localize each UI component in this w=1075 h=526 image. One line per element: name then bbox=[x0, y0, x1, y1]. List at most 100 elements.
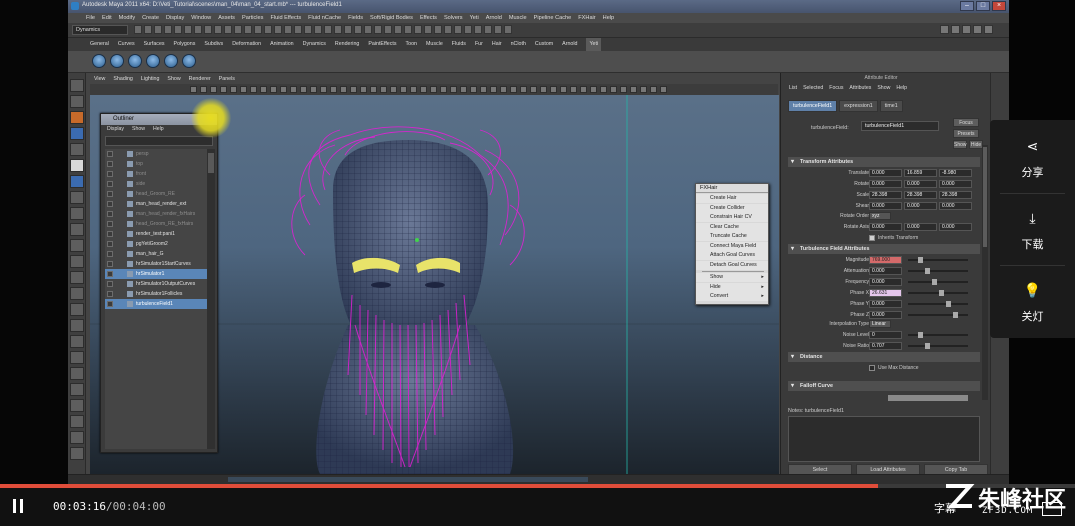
viewport-tool-icon[interactable] bbox=[610, 86, 617, 93]
viewport-menu-lighting[interactable]: Lighting bbox=[141, 75, 160, 84]
use-max-distance-checkbox[interactable] bbox=[869, 365, 875, 371]
attr-field[interactable]: 28.398 bbox=[869, 191, 902, 199]
visibility-checkbox[interactable] bbox=[107, 261, 113, 267]
viewport-tool-icon[interactable] bbox=[550, 86, 557, 93]
visibility-checkbox[interactable] bbox=[107, 291, 113, 297]
status-tool-icon[interactable] bbox=[474, 25, 482, 34]
shelf-tab-toon[interactable]: Toon bbox=[406, 38, 418, 51]
status-tool-icon[interactable] bbox=[254, 25, 262, 34]
viewport-tool-icon[interactable] bbox=[530, 86, 537, 93]
viewport-tool-icon[interactable] bbox=[500, 86, 507, 93]
panel-toggle-icon[interactable] bbox=[962, 25, 971, 34]
shelf-tab-painteffects[interactable]: PaintEffects bbox=[368, 38, 396, 51]
status-tool-icon[interactable] bbox=[394, 25, 402, 34]
viewport-menu-show[interactable]: Show bbox=[167, 75, 180, 84]
shelf-tab-custom[interactable]: Custom bbox=[535, 38, 553, 51]
outliner-scroll-thumb[interactable] bbox=[208, 153, 214, 173]
field-manipulator[interactable] bbox=[415, 238, 419, 242]
outliner-item[interactable]: side bbox=[105, 179, 207, 189]
attr-field[interactable]: 0.000 bbox=[904, 180, 937, 188]
viewport-tool-icon[interactable] bbox=[650, 86, 657, 93]
pause-button[interactable] bbox=[13, 499, 25, 513]
shelf-tab-curves[interactable]: Curves bbox=[118, 38, 135, 51]
panel-toggle-icon[interactable] bbox=[940, 25, 949, 34]
ae-tab-time1[interactable]: time1 bbox=[879, 100, 903, 112]
tool-icon[interactable] bbox=[70, 415, 84, 428]
viewport-tool-icon[interactable] bbox=[360, 86, 367, 93]
status-tool-icon[interactable] bbox=[184, 25, 192, 34]
status-tool-icon[interactable] bbox=[174, 25, 182, 34]
tool-icon[interactable] bbox=[70, 207, 84, 220]
ae-menu-focus[interactable]: Focus bbox=[829, 85, 843, 91]
menu-item-13[interactable]: Solvers bbox=[444, 13, 463, 23]
attr-field[interactable]: 28.398 bbox=[904, 191, 937, 199]
menu-item-11[interactable]: Soft/Rigid Bodies bbox=[370, 13, 413, 23]
viewport-tool-icon[interactable] bbox=[220, 86, 227, 93]
attr-slider-knob[interactable] bbox=[918, 332, 923, 338]
viewport-tool-icon[interactable] bbox=[420, 86, 427, 93]
menu-item-8[interactable]: Fluid Effects bbox=[270, 13, 301, 23]
attr-field[interactable]: 0.000 bbox=[869, 180, 902, 188]
shelf-tool-icon[interactable] bbox=[146, 54, 160, 68]
viewport-tool-icon[interactable] bbox=[340, 86, 347, 93]
tool-icon[interactable] bbox=[70, 175, 84, 188]
status-tool-icon[interactable] bbox=[234, 25, 242, 34]
outliner-menu-help[interactable]: Help bbox=[153, 125, 164, 134]
status-tool-icon[interactable] bbox=[464, 25, 472, 34]
outliner-menu-display[interactable]: Display bbox=[107, 125, 124, 134]
ae-node-name-field[interactable]: turbulenceField1 bbox=[861, 121, 939, 131]
viewport-tool-icon[interactable] bbox=[570, 86, 577, 93]
status-tool-icon[interactable] bbox=[484, 25, 492, 34]
status-tool-icon[interactable] bbox=[414, 25, 422, 34]
falloff-ramp-bar[interactable] bbox=[888, 395, 968, 401]
falloff-curve-ramp[interactable] bbox=[788, 393, 980, 403]
viewport-tool-icon[interactable] bbox=[580, 86, 587, 93]
shelf-tool-icon[interactable] bbox=[92, 54, 106, 68]
viewport-tool-icon[interactable] bbox=[390, 86, 397, 93]
outliner-item[interactable]: man_head_render_fxHairs bbox=[105, 209, 207, 219]
status-tool-icon[interactable] bbox=[444, 25, 452, 34]
attr-field[interactable]: 0 bbox=[869, 331, 902, 339]
status-tool-icon[interactable] bbox=[264, 25, 272, 34]
notes-field[interactable] bbox=[788, 416, 980, 462]
attr-slider-track[interactable] bbox=[908, 345, 968, 347]
attr-slider-track[interactable] bbox=[908, 303, 968, 305]
fxhair-menu-item[interactable]: Convert ▸ bbox=[696, 292, 768, 301]
menu-item-17[interactable]: Pipeline Cache bbox=[534, 13, 572, 23]
viewport-tool-icon[interactable] bbox=[450, 86, 457, 93]
viewport-tool-icon[interactable] bbox=[230, 86, 237, 93]
panel-toggle-icon[interactable] bbox=[973, 25, 982, 34]
ae-tab-turbulenceField1[interactable]: turbulenceField1 bbox=[788, 100, 838, 112]
visibility-checkbox[interactable] bbox=[107, 271, 113, 277]
viewport-tool-icon[interactable] bbox=[510, 86, 517, 93]
turbulence-attributes-section[interactable]: Turbulence Field Attributes bbox=[788, 244, 980, 254]
tool-icon[interactable] bbox=[70, 79, 84, 92]
presets-button[interactable]: Presets bbox=[953, 129, 979, 138]
attr-field[interactable]: 0.000 bbox=[869, 267, 902, 275]
menu-set-dropdown[interactable]: Dynamics bbox=[72, 25, 128, 35]
tool-icon[interactable] bbox=[70, 303, 84, 316]
fullscreen-icon[interactable] bbox=[1042, 502, 1062, 516]
tool-icon[interactable] bbox=[70, 223, 84, 236]
viewport-tool-icon[interactable] bbox=[490, 86, 497, 93]
status-tool-icon[interactable] bbox=[284, 25, 292, 34]
outliner-item[interactable]: persp bbox=[105, 149, 207, 159]
viewport-menu-shading[interactable]: Shading bbox=[113, 75, 132, 84]
tool-icon[interactable] bbox=[70, 127, 84, 140]
rotate-order-dropdown[interactable]: xyz bbox=[869, 212, 891, 220]
menu-item-7[interactable]: Particles bbox=[242, 13, 263, 23]
visibility-checkbox[interactable] bbox=[107, 191, 113, 197]
status-tool-icon[interactable] bbox=[154, 25, 162, 34]
visibility-checkbox[interactable] bbox=[107, 301, 113, 307]
shelf-tab-dynamics[interactable]: Dynamics bbox=[303, 38, 326, 51]
menu-item-5[interactable]: Window bbox=[191, 13, 211, 23]
viewport-tool-icon[interactable] bbox=[330, 86, 337, 93]
ae-menu-show[interactable]: Show bbox=[877, 85, 890, 91]
attr-field[interactable]: 0.000 bbox=[869, 202, 902, 210]
status-tool-icon[interactable] bbox=[494, 25, 502, 34]
viewport-tool-icon[interactable] bbox=[620, 86, 627, 93]
attr-slider-knob[interactable] bbox=[946, 301, 951, 307]
status-tool-icon[interactable] bbox=[244, 25, 252, 34]
viewport-menu-view[interactable]: View bbox=[94, 75, 105, 84]
falloff-curve-section[interactable]: Falloff Curve bbox=[788, 381, 980, 391]
